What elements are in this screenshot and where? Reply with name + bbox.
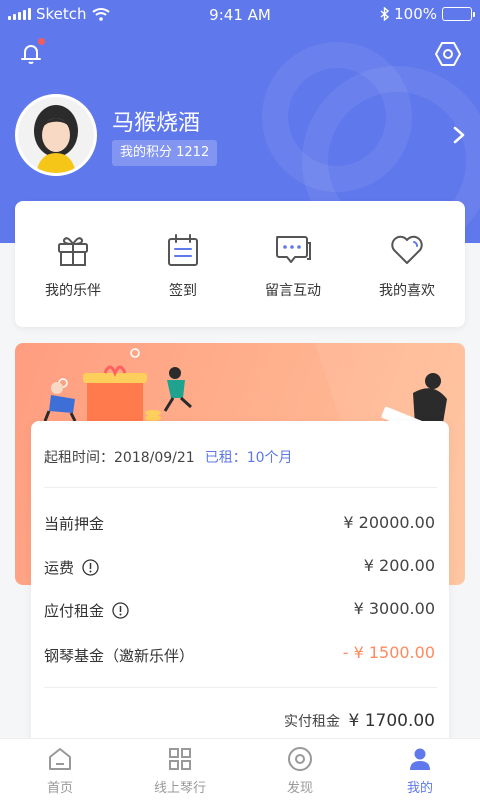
bluetooth-icon (380, 7, 390, 21)
deposit-label: 当前押金 (44, 515, 105, 533)
tab-label: 我的 (406, 781, 433, 796)
chevron-right-icon[interactable] (452, 125, 466, 145)
battery-percent: 100% (394, 5, 437, 23)
points-badge[interactable]: 我的积分 1212 (112, 140, 218, 166)
tab-discover[interactable]: 发现 (240, 739, 360, 800)
notification-button[interactable] (16, 38, 46, 68)
heart-icon (391, 235, 423, 264)
settings-icon (435, 42, 461, 66)
tab-label: 首页 (46, 781, 73, 796)
divider (44, 487, 437, 488)
rent-start-date: 起租时间：2018/09/21 (44, 450, 195, 466)
quick-action-label: 签到 (169, 283, 197, 299)
piano-fund-value: - ¥ 1500.00 (342, 643, 435, 662)
tab-me[interactable]: 我的 (360, 739, 480, 800)
settings-button[interactable] (434, 40, 462, 68)
rent-due-value: ¥ 3000.00 (353, 599, 435, 618)
rent-duration: 已租：10个月 (204, 450, 293, 466)
piano-fund-label: 钢琴基金（邀新乐伴） (44, 647, 195, 665)
notification-dot (38, 38, 45, 45)
quick-action-messages[interactable]: 留言互动 (237, 232, 349, 300)
tab-label: 发现 (286, 781, 313, 796)
quick-action-favorites[interactable]: 我的喜欢 (351, 232, 463, 300)
deposit-value: ¥ 20000.00 (343, 513, 435, 532)
gift-icon (58, 237, 88, 266)
avatar[interactable] (15, 94, 97, 176)
total-rent-value: ¥ 1700.00 (348, 711, 435, 731)
tab-bar: 首页 线上琴行 发现 我的 (0, 738, 480, 800)
rent-due-label: 应付租金 (44, 600, 129, 621)
username: 马猴烧酒 (112, 111, 201, 136)
home-icon (49, 748, 71, 770)
info-icon[interactable] (82, 559, 99, 576)
shipping-label: 运费 (44, 557, 99, 578)
total-rent: 实付租金 ¥ 1700.00 (284, 711, 435, 731)
battery-icon (442, 7, 475, 21)
discover-icon (288, 747, 312, 771)
info-icon[interactable] (112, 602, 129, 619)
status-bar: Sketch 9:41 AM 100% (0, 0, 480, 30)
total-rent-label: 实付租金 (284, 714, 341, 730)
quick-action-my-partner[interactable]: 我的乐伴 (17, 232, 129, 300)
avatar-image (18, 97, 94, 173)
quick-actions-card: 我的乐伴 签到 留言互动 我的喜欢 (15, 201, 465, 327)
quick-action-label: 留言互动 (265, 283, 321, 299)
quick-action-label: 我的喜欢 (379, 283, 435, 299)
tab-online-store[interactable]: 线上琴行 (120, 739, 240, 800)
quick-action-label: 我的乐伴 (45, 283, 101, 299)
chat-icon (276, 236, 311, 263)
user-icon (410, 748, 430, 770)
tab-label: 线上琴行 (153, 781, 206, 796)
calendar-icon (168, 234, 198, 266)
divider (44, 687, 437, 688)
shipping-value: ¥ 200.00 (363, 556, 435, 575)
quick-action-check-in[interactable]: 签到 (127, 232, 239, 300)
tab-home[interactable]: 首页 (0, 739, 120, 800)
rent-period: 起租时间：2018/09/21 已租：10个月 (44, 447, 293, 467)
grid-icon (169, 748, 191, 770)
